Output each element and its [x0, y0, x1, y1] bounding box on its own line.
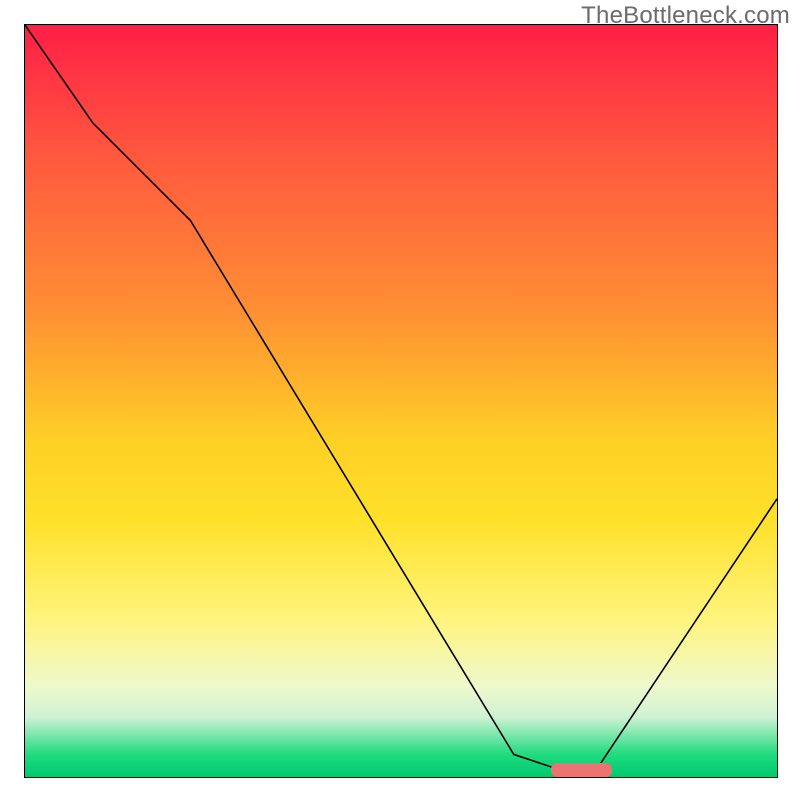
chart-container: TheBottleneck.com: [0, 0, 800, 800]
bottleneck-curve: [25, 25, 777, 777]
plot-area: [24, 24, 778, 778]
optimal-marker: [551, 763, 611, 777]
